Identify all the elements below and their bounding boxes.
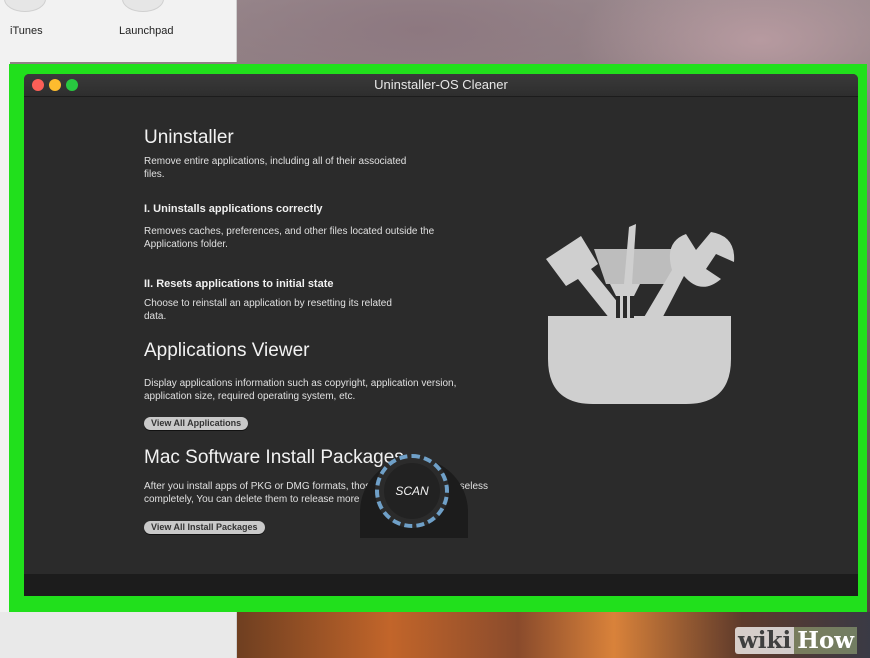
feature-reset-description: Choose to reinstall an application by re… — [144, 297, 392, 323]
view-all-install-packages-button[interactable]: View All Install Packages — [144, 521, 265, 534]
wikihow-watermark: wiki How — [735, 626, 870, 656]
watermark-wiki: wiki — [735, 627, 795, 654]
finder-window-bottom — [0, 612, 237, 658]
feature-reset-line: Choose to reinstall an application by re… — [144, 298, 392, 309]
scan-button[interactable]: SCAN — [375, 454, 449, 528]
scan-area: SCAN — [360, 444, 468, 538]
uninstaller-description-line: Remove entire applications, including al… — [144, 156, 407, 167]
viewer-title: Applications Viewer — [144, 340, 310, 361]
itunes-icon[interactable] — [4, 0, 46, 12]
window-title: Uninstaller-OS Cleaner — [374, 77, 508, 92]
uninstaller-description-line: files. — [144, 169, 165, 180]
scan-button-face[interactable]: SCAN — [384, 463, 440, 519]
launchpad-icon[interactable] — [122, 0, 164, 12]
feature-uninstall-description: Removes caches, preferences, and other f… — [144, 225, 434, 251]
feature-reset-line: data. — [144, 311, 167, 322]
toolbox-icon — [546, 224, 735, 404]
feature-uninstall-title: I. Uninstalls applications correctly — [144, 203, 323, 215]
feature-reset-title: II. Resets applications to initial state — [144, 278, 334, 290]
watermark-how: How — [794, 627, 858, 654]
scan-label: SCAN — [395, 484, 429, 498]
footer-bar — [24, 574, 858, 596]
itunes-label[interactable]: iTunes — [10, 25, 43, 37]
title-bar[interactable]: Uninstaller-OS Cleaner — [24, 74, 858, 97]
viewer-description-line: application size, required operating sys… — [144, 391, 356, 402]
uninstaller-title: Uninstaller — [144, 127, 234, 148]
launchpad-label[interactable]: Launchpad — [119, 25, 173, 37]
finder-window: iTunes Launchpad — [0, 0, 237, 62]
viewer-description: Display applications information such as… — [144, 377, 456, 403]
feature-uninstall-line: Applications folder. — [144, 239, 228, 250]
uninstaller-description: Remove entire applications, including al… — [144, 155, 406, 181]
viewer-description-line: Display applications information such as… — [144, 378, 457, 389]
feature-uninstall-line: Removes caches, preferences, and other f… — [144, 226, 435, 237]
view-all-applications-button[interactable]: View All Applications — [144, 417, 249, 430]
